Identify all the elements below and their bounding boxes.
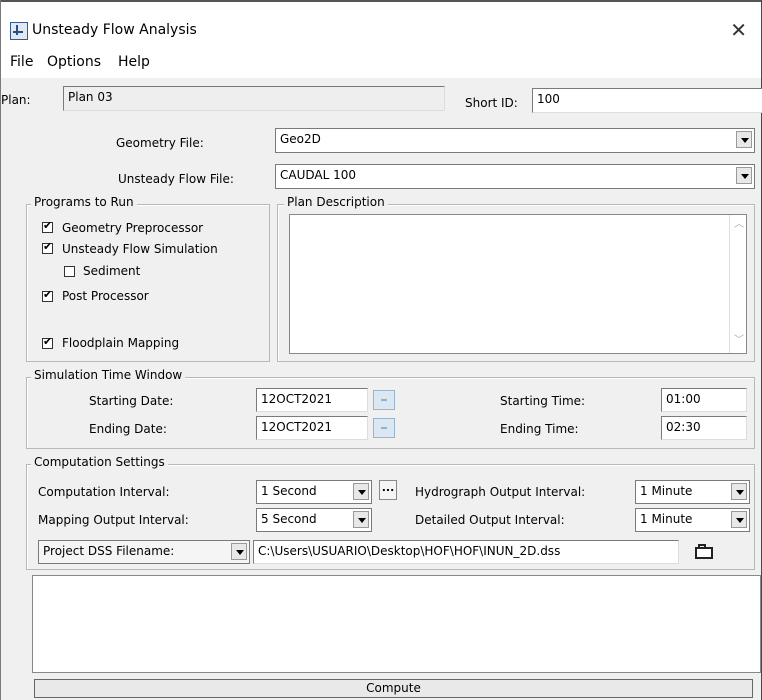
geometry-file-label: Geometry File: [116,136,204,150]
chevron-down-icon[interactable] [231,543,247,560]
detailed-output-interval-label: Detailed Output Interval: [415,513,565,527]
mapping-output-interval-dropdown[interactable]: 5 Second [256,508,372,532]
title-bar: Unsteady Flow Analysis ✕ [1,0,761,48]
geometry-file-dropdown[interactable]: Geo2D [275,128,755,153]
scroll-up-icon[interactable]: ︿ [734,220,744,230]
short-id-label: Short ID: [465,96,518,110]
window-title: Unsteady Flow Analysis [32,22,197,38]
project-dss-filename-value: Project DSS Filename: [43,544,175,558]
close-icon[interactable]: ✕ [730,18,747,42]
ending-date-field[interactable]: 12OCT2021 [256,416,368,440]
calendar-icon[interactable] [373,390,395,410]
dss-path-field[interactable]: C:\Users\USUARIO\Desktop\HOF\HOF\INUN_2D… [253,540,679,564]
plan-title-field[interactable]: Plan 03 [63,86,445,111]
post-processor-label: Post Processor [62,289,149,303]
plan-description-scrollbar[interactable]: ︿ ﹀ [729,215,746,353]
geometry-file-value: Geo2D [280,132,321,146]
computation-interval-label: Computation Interval: [38,485,170,499]
ending-time-label: Ending Time: [500,422,579,436]
mapping-output-interval-value: 5 Second [261,512,317,526]
project-dss-filename-dropdown[interactable]: Project DSS Filename: [38,540,250,564]
unsteady-flow-file-dropdown[interactable]: CAUDAL 100 [275,164,755,189]
chevron-down-icon[interactable] [736,167,752,184]
simulation-time-window-group [26,377,755,449]
plan-description-title: Plan Description [284,195,388,209]
chevron-down-icon[interactable] [731,483,747,500]
menu-help[interactable]: Help [118,54,150,70]
unsteady-flow-file-label: Unsteady Flow File: [118,172,234,186]
menu-file[interactable]: File [10,54,33,70]
post-processor-checkbox[interactable] [42,288,53,302]
floodplain-mapping-checkbox[interactable] [42,335,53,349]
scroll-down-icon[interactable]: ﹀ [734,336,744,346]
geometry-preprocessor-checkbox[interactable] [42,219,53,233]
compute-button[interactable]: Compute [34,679,753,698]
geometry-preprocessor-label: Geometry Preprocessor [62,221,204,235]
menu-bar: File Options Help [1,46,761,78]
hydrograph-output-interval-value: 1 Minute [640,484,693,498]
chevron-down-icon[interactable] [353,483,369,500]
unsteady-flow-file-value: CAUDAL 100 [280,168,357,182]
detailed-output-interval-value: 1 Minute [640,512,693,526]
unsteady-flow-simulation-checkbox[interactable] [42,240,53,254]
floodplain-mapping-label: Floodplain Mapping [62,336,180,350]
sediment-checkbox[interactable] [64,266,75,277]
short-id-field[interactable]: 100 [532,88,762,113]
hydrograph-output-interval-label: Hydrograph Output Interval: [415,485,586,499]
menu-options[interactable]: Options [47,54,101,70]
output-log-area [32,575,761,673]
programs-to-run-title: Programs to Run [31,195,137,209]
calendar-icon[interactable] [373,418,395,438]
starting-date-field[interactable]: 12OCT2021 [256,388,368,412]
open-folder-icon[interactable] [691,541,719,563]
ending-time-field[interactable]: 02:30 [661,416,747,440]
computation-settings-title: Computation Settings [31,455,168,469]
simulation-time-window-title: Simulation Time Window [31,368,186,382]
hec-ras-app-icon [10,22,28,40]
mapping-output-interval-label: Mapping Output Interval: [38,513,189,527]
computation-interval-dropdown[interactable]: 1 Second [256,480,372,504]
unsteady-flow-simulation-label: Unsteady Flow Simulation [62,242,218,256]
plan-label: Plan: [1,93,31,107]
computation-options-button[interactable]: ... [379,480,397,500]
starting-date-label: Starting Date: [89,394,174,408]
chevron-down-icon[interactable] [353,511,369,528]
hydrograph-output-interval-dropdown[interactable]: 1 Minute [635,480,750,504]
plan-description-textarea[interactable]: ︿ ﹀ [289,214,747,354]
computation-interval-value: 1 Second [261,484,317,498]
sediment-label: Sediment [83,264,141,278]
ending-date-label: Ending Date: [89,422,167,436]
chevron-down-icon[interactable] [731,511,747,528]
starting-time-label: Starting Time: [500,394,586,408]
window: Unsteady Flow Analysis ✕ File Options He… [0,0,762,700]
detailed-output-interval-dropdown[interactable]: 1 Minute [635,508,750,532]
starting-time-field[interactable]: 01:00 [661,388,747,412]
chevron-down-icon[interactable] [736,131,752,148]
